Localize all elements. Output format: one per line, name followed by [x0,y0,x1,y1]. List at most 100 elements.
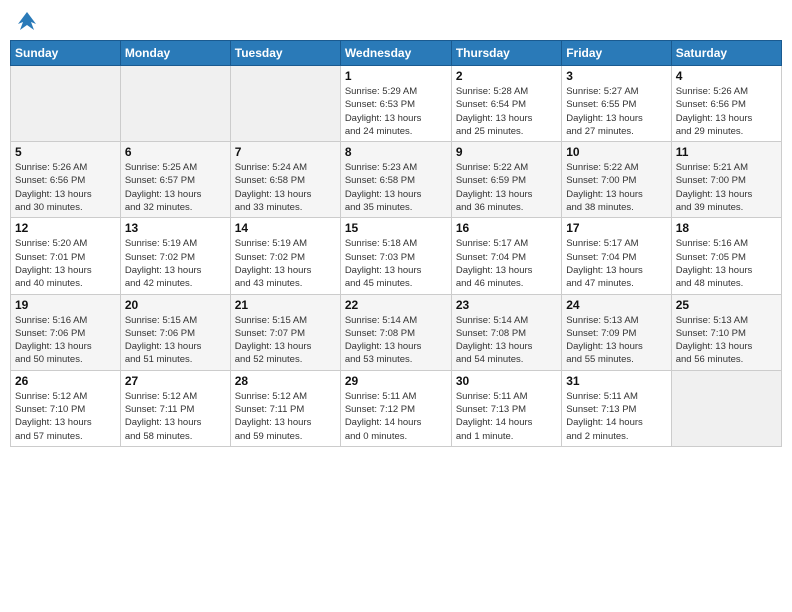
calendar-week-row: 26 Sunrise: 5:12 AM Sunset: 7:10 PM Dayli… [11,370,782,446]
day-info: Sunrise: 5:11 AM Sunset: 7:13 PM Dayligh… [566,390,666,443]
day-number: 8 [345,145,447,159]
calendar-cell: 4 Sunrise: 5:26 AM Sunset: 6:56 PM Daylig… [671,66,781,142]
calendar-cell: 29 Sunrise: 5:11 AM Sunset: 7:12 PM Dayli… [340,370,451,446]
calendar-cell: 13 Sunrise: 5:19 AM Sunset: 7:02 PM Dayli… [120,218,230,294]
page-header [10,10,782,32]
day-info: Sunrise: 5:11 AM Sunset: 7:13 PM Dayligh… [456,390,557,443]
calendar-week-row: 12 Sunrise: 5:20 AM Sunset: 7:01 PM Dayli… [11,218,782,294]
day-info: Sunrise: 5:24 AM Sunset: 6:58 PM Dayligh… [235,161,336,214]
calendar-cell: 15Sunrise: 5:18 AM Sunset: 7:03 PM Dayli… [340,218,451,294]
day-number: 5 [15,145,116,159]
calendar-cell [11,66,121,142]
day-number: 20 [125,298,226,312]
day-info: Sunrise: 5:28 AM Sunset: 6:54 PM Dayligh… [456,85,557,138]
day-number: 28 [235,374,336,388]
calendar-cell: 10 Sunrise: 5:22 AM Sunset: 7:00 PM Dayli… [562,142,671,218]
calendar-week-row: 19Sunrise: 5:16 AM Sunset: 7:06 PM Dayli… [11,294,782,370]
day-info: Sunrise: 5:19 AM Sunset: 7:02 PM Dayligh… [235,237,336,290]
calendar-cell: 28 Sunrise: 5:12 AM Sunset: 7:11 PM Dayli… [230,370,340,446]
day-info: Sunrise: 5:19 AM Sunset: 7:02 PM Dayligh… [125,237,226,290]
day-number: 19 [15,298,116,312]
day-info: Sunrise: 5:20 AM Sunset: 7:01 PM Dayligh… [15,237,116,290]
calendar-cell [671,370,781,446]
day-number: 7 [235,145,336,159]
day-number: 26 [15,374,116,388]
day-number: 27 [125,374,226,388]
day-number: 6 [125,145,226,159]
day-number: 22 [345,298,447,312]
calendar-cell: 2Sunrise: 5:28 AM Sunset: 6:54 PM Daylig… [451,66,561,142]
day-number: 16 [456,221,557,235]
calendar-cell: 6 Sunrise: 5:25 AM Sunset: 6:57 PM Daylig… [120,142,230,218]
weekday-header-thursday: Thursday [451,41,561,66]
day-number: 21 [235,298,336,312]
weekday-header-sunday: Sunday [11,41,121,66]
weekday-header-tuesday: Tuesday [230,41,340,66]
calendar-cell: 18Sunrise: 5:16 AM Sunset: 7:05 PM Dayli… [671,218,781,294]
day-info: Sunrise: 5:25 AM Sunset: 6:57 PM Dayligh… [125,161,226,214]
day-number: 13 [125,221,226,235]
calendar-cell: 16 Sunrise: 5:17 AM Sunset: 7:04 PM Dayli… [451,218,561,294]
calendar-cell: 5 Sunrise: 5:26 AM Sunset: 6:56 PM Daylig… [11,142,121,218]
day-number: 23 [456,298,557,312]
day-info: Sunrise: 5:12 AM Sunset: 7:10 PM Dayligh… [15,390,116,443]
day-info: Sunrise: 5:12 AM Sunset: 7:11 PM Dayligh… [125,390,226,443]
calendar-cell: 23 Sunrise: 5:14 AM Sunset: 7:08 PM Dayli… [451,294,561,370]
calendar-cell: 22Sunrise: 5:14 AM Sunset: 7:08 PM Dayli… [340,294,451,370]
day-info: Sunrise: 5:18 AM Sunset: 7:03 PM Dayligh… [345,237,447,290]
calendar-cell: 31Sunrise: 5:11 AM Sunset: 7:13 PM Dayli… [562,370,671,446]
day-info: Sunrise: 5:15 AM Sunset: 7:07 PM Dayligh… [235,314,336,367]
calendar-cell: 1 Sunrise: 5:29 AM Sunset: 6:53 PM Daylig… [340,66,451,142]
day-info: Sunrise: 5:22 AM Sunset: 6:59 PM Dayligh… [456,161,557,214]
weekday-header-monday: Monday [120,41,230,66]
day-number: 4 [676,69,777,83]
calendar-cell: 14 Sunrise: 5:19 AM Sunset: 7:02 PM Dayli… [230,218,340,294]
day-number: 24 [566,298,666,312]
calendar-cell [230,66,340,142]
calendar-cell: 26 Sunrise: 5:12 AM Sunset: 7:10 PM Dayli… [11,370,121,446]
day-info: Sunrise: 5:21 AM Sunset: 7:00 PM Dayligh… [676,161,777,214]
weekday-header-wednesday: Wednesday [340,41,451,66]
calendar-cell: 25Sunrise: 5:13 AM Sunset: 7:10 PM Dayli… [671,294,781,370]
calendar-cell: 30 Sunrise: 5:11 AM Sunset: 7:13 PM Dayli… [451,370,561,446]
day-number: 3 [566,69,666,83]
day-info: Sunrise: 5:17 AM Sunset: 7:04 PM Dayligh… [456,237,557,290]
logo [14,10,38,32]
calendar-header-row: SundayMondayTuesdayWednesdayThursdayFrid… [11,41,782,66]
day-number: 9 [456,145,557,159]
weekday-header-friday: Friday [562,41,671,66]
day-info: Sunrise: 5:22 AM Sunset: 7:00 PM Dayligh… [566,161,666,214]
logo-bird-icon [16,10,38,32]
day-info: Sunrise: 5:26 AM Sunset: 6:56 PM Dayligh… [15,161,116,214]
day-number: 10 [566,145,666,159]
day-info: Sunrise: 5:13 AM Sunset: 7:10 PM Dayligh… [676,314,777,367]
calendar-cell: 17Sunrise: 5:17 AM Sunset: 7:04 PM Dayli… [562,218,671,294]
calendar-cell: 21 Sunrise: 5:15 AM Sunset: 7:07 PM Dayli… [230,294,340,370]
day-number: 1 [345,69,447,83]
calendar-cell: 20Sunrise: 5:15 AM Sunset: 7:06 PM Dayli… [120,294,230,370]
day-info: Sunrise: 5:14 AM Sunset: 7:08 PM Dayligh… [456,314,557,367]
day-number: 18 [676,221,777,235]
day-number: 29 [345,374,447,388]
day-info: Sunrise: 5:12 AM Sunset: 7:11 PM Dayligh… [235,390,336,443]
day-number: 12 [15,221,116,235]
day-number: 11 [676,145,777,159]
day-info: Sunrise: 5:26 AM Sunset: 6:56 PM Dayligh… [676,85,777,138]
calendar-week-row: 5 Sunrise: 5:26 AM Sunset: 6:56 PM Daylig… [11,142,782,218]
calendar-week-row: 1 Sunrise: 5:29 AM Sunset: 6:53 PM Daylig… [11,66,782,142]
day-info: Sunrise: 5:17 AM Sunset: 7:04 PM Dayligh… [566,237,666,290]
calendar-cell [120,66,230,142]
calendar-cell: 3Sunrise: 5:27 AM Sunset: 6:55 PM Daylig… [562,66,671,142]
calendar-cell: 27 Sunrise: 5:12 AM Sunset: 7:11 PM Dayli… [120,370,230,446]
day-info: Sunrise: 5:11 AM Sunset: 7:12 PM Dayligh… [345,390,447,443]
day-number: 30 [456,374,557,388]
calendar-cell: 19Sunrise: 5:16 AM Sunset: 7:06 PM Dayli… [11,294,121,370]
day-info: Sunrise: 5:29 AM Sunset: 6:53 PM Dayligh… [345,85,447,138]
calendar-cell: 11 Sunrise: 5:21 AM Sunset: 7:00 PM Dayli… [671,142,781,218]
calendar-cell: 12 Sunrise: 5:20 AM Sunset: 7:01 PM Dayli… [11,218,121,294]
calendar-table: SundayMondayTuesdayWednesdayThursdayFrid… [10,40,782,447]
calendar-cell: 7 Sunrise: 5:24 AM Sunset: 6:58 PM Daylig… [230,142,340,218]
weekday-header-saturday: Saturday [671,41,781,66]
day-info: Sunrise: 5:13 AM Sunset: 7:09 PM Dayligh… [566,314,666,367]
day-number: 14 [235,221,336,235]
